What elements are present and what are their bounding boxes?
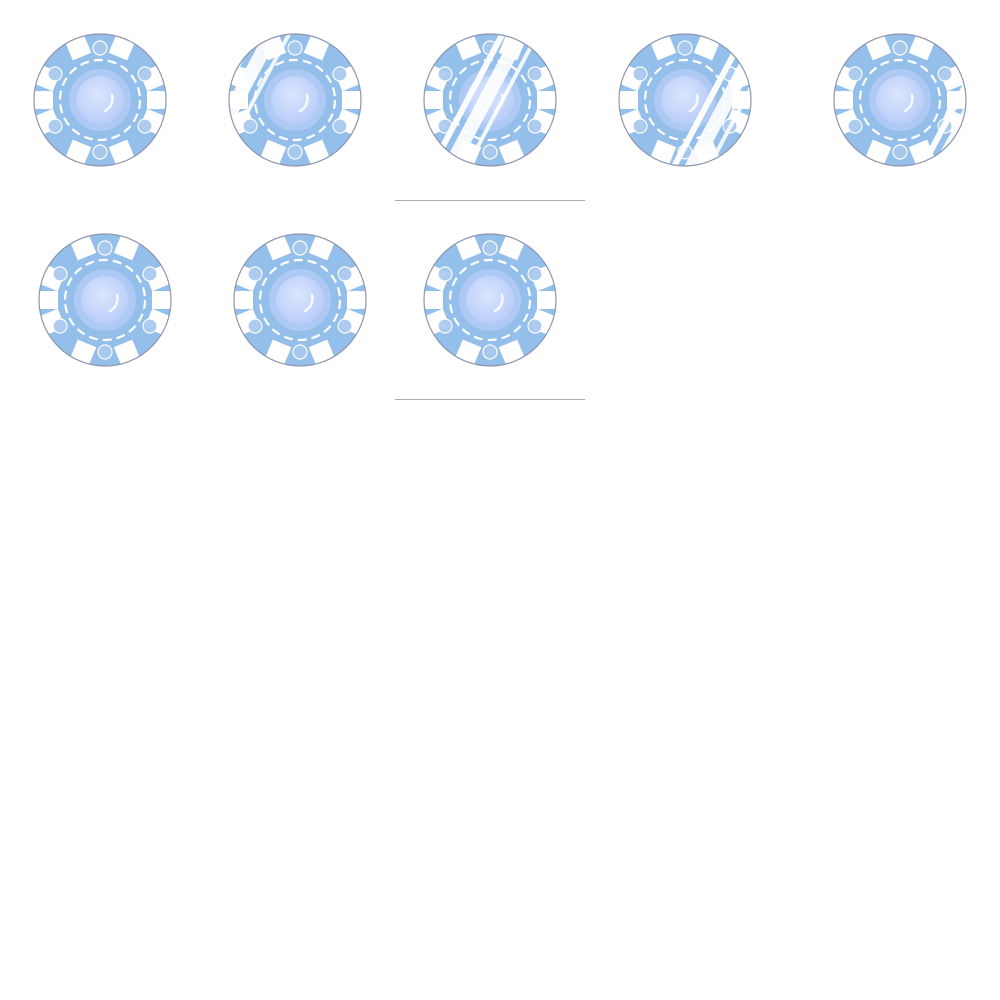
frame-divider-top bbox=[395, 200, 585, 201]
chip-frame-7 bbox=[233, 233, 367, 367]
chip-frame-6 bbox=[38, 233, 172, 367]
poker-chip-icon bbox=[38, 233, 172, 367]
poker-chip-icon bbox=[423, 233, 557, 367]
chip-frame-8 bbox=[423, 233, 557, 367]
poker-chip-icon bbox=[228, 33, 362, 167]
chip-frame-2 bbox=[228, 33, 362, 167]
chip-frame-4 bbox=[618, 33, 752, 167]
poker-chip-icon bbox=[833, 33, 967, 167]
chip-frame-3 bbox=[423, 33, 557, 167]
chip-frame-1 bbox=[33, 33, 167, 167]
poker-chip-icon bbox=[618, 33, 752, 167]
poker-chip-icon bbox=[423, 33, 557, 167]
poker-chip-icon bbox=[233, 233, 367, 367]
chip-frame-5 bbox=[833, 33, 967, 167]
frame-divider-bottom bbox=[395, 399, 585, 400]
poker-chip-icon bbox=[33, 33, 167, 167]
sprite-sheet bbox=[0, 0, 1000, 1000]
